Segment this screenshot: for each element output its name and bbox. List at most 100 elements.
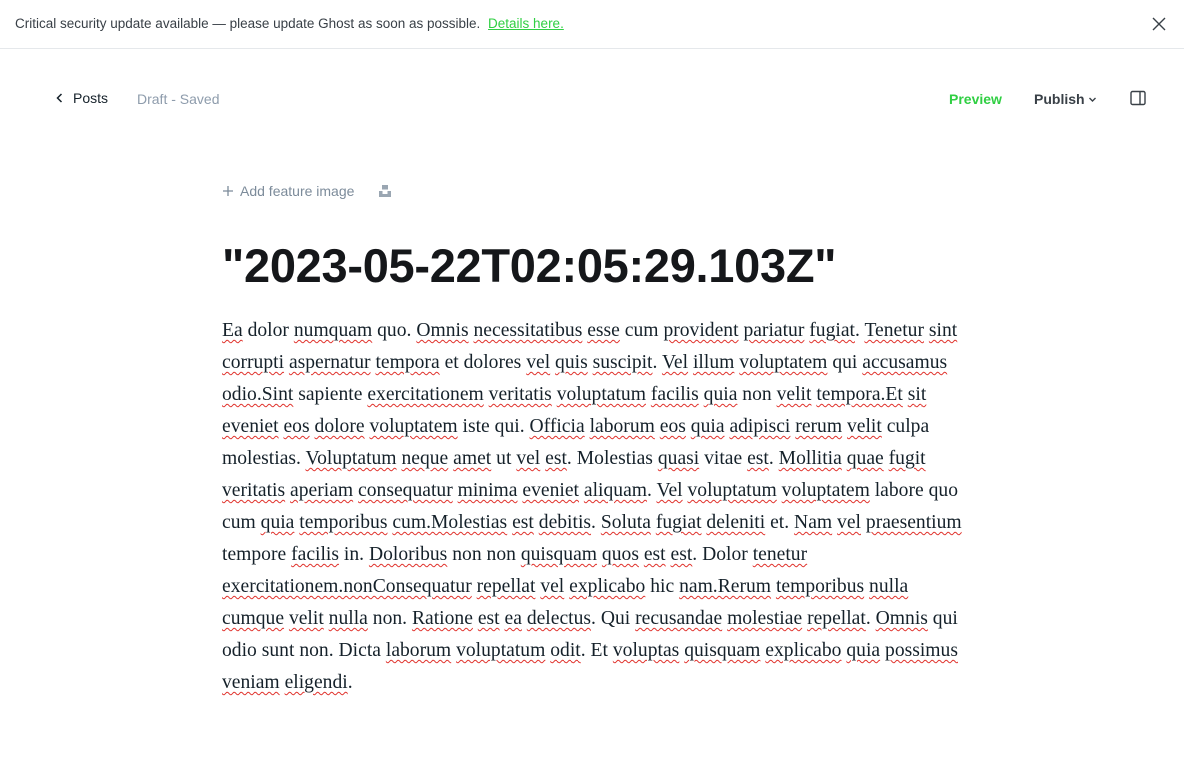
- misspelled-word: voluptas: [612, 640, 680, 661]
- misspelled-word: eligendi: [284, 672, 348, 693]
- misspelled-word: est: [643, 544, 666, 565]
- misspelled-word: quis: [555, 352, 588, 373]
- misspelled-word: cum.Molestias: [392, 512, 508, 533]
- misspelled-word: pariatur: [743, 320, 805, 341]
- misspelled-word: praesentium: [865, 512, 962, 533]
- misspelled-word: voluptatum: [687, 480, 777, 501]
- misspelled-word: sint: [928, 320, 958, 341]
- misspelled-word: vel: [540, 576, 565, 597]
- misspelled-word: quisquam: [684, 640, 761, 661]
- misspelled-word: est: [477, 608, 500, 629]
- misspelled-word: explicabo: [765, 640, 842, 661]
- post-body-editor[interactable]: Ea dolor numquam quo. Omnis necessitatib…: [222, 315, 962, 699]
- banner-message-row: Critical security update available — ple…: [15, 16, 564, 31]
- misspelled-word: accusamus: [862, 352, 948, 373]
- misspelled-word: voluptatem: [739, 352, 828, 373]
- misspelled-word: velit: [288, 608, 324, 629]
- misspelled-word: odio.Sint: [222, 384, 294, 405]
- misspelled-word: quae: [846, 448, 884, 469]
- misspelled-word: tempora: [375, 352, 440, 373]
- misspelled-word: eveniet: [222, 416, 279, 437]
- misspelled-word: debitis: [538, 512, 592, 533]
- misspelled-word: quos: [601, 544, 639, 565]
- post-status: Draft - Saved: [137, 91, 220, 107]
- misspelled-word: quia: [690, 416, 725, 437]
- misspelled-word: laborum: [589, 416, 655, 437]
- misspelled-word: aperiam: [290, 480, 354, 501]
- publish-button[interactable]: Publish: [1034, 91, 1097, 107]
- misspelled-word: velit: [847, 416, 882, 437]
- post-title[interactable]: "2023-05-22T02:05:29.103Z": [222, 238, 982, 293]
- misspelled-word: Vel: [656, 480, 683, 501]
- misspelled-word: esse: [587, 320, 620, 341]
- misspelled-word: quisquam: [520, 544, 598, 565]
- misspelled-word: Voluptatum: [305, 448, 397, 469]
- plus-icon: [223, 186, 233, 196]
- close-icon[interactable]: [1151, 16, 1167, 32]
- misspelled-word: eveniet: [522, 480, 579, 501]
- misspelled-word: rerum: [795, 416, 843, 437]
- misspelled-word: voluptatum: [556, 384, 646, 405]
- misspelled-word: deleniti: [706, 512, 766, 533]
- misspelled-word: amet: [453, 448, 492, 469]
- misspelled-word: quia: [703, 384, 738, 405]
- misspelled-word: tenetur: [752, 544, 808, 565]
- misspelled-word: quasi: [657, 448, 700, 469]
- misspelled-word: sit: [907, 384, 927, 405]
- banner-message: Critical security update available — ple…: [15, 16, 481, 31]
- add-feature-image-button[interactable]: Add feature image: [222, 183, 354, 199]
- misspelled-word: vel: [526, 352, 551, 373]
- misspelled-word: quia: [260, 512, 295, 533]
- misspelled-word: voluptatum: [456, 640, 546, 661]
- misspelled-word: fugiat: [655, 512, 702, 533]
- misspelled-word: velit: [776, 384, 812, 405]
- misspelled-word: veritatis: [222, 480, 286, 501]
- misspelled-word: facilis: [291, 544, 339, 565]
- misspelled-word: temporibus: [775, 576, 865, 597]
- misspelled-word: aliquam: [583, 480, 648, 501]
- misspelled-word: consequatur: [358, 480, 453, 501]
- misspelled-word: repellat: [476, 576, 536, 597]
- misspelled-word: nam.Rerum: [679, 576, 772, 597]
- misspelled-word: est: [545, 448, 567, 469]
- misspelled-word: suscipit: [592, 352, 653, 373]
- back-to-posts-button[interactable]: Posts: [55, 90, 108, 106]
- misspelled-word: Officia: [529, 416, 585, 437]
- misspelled-word: adipisci: [729, 416, 791, 437]
- misspelled-word: Soluta: [600, 512, 651, 533]
- misspelled-word: provident: [663, 320, 739, 341]
- misspelled-word: Mollitia: [778, 448, 842, 469]
- misspelled-word: repellat: [807, 608, 866, 629]
- misspelled-word: illum: [692, 352, 735, 373]
- misspelled-word: est: [670, 544, 693, 565]
- unsplash-icon[interactable]: [378, 184, 392, 198]
- misspelled-word: molestiae: [727, 608, 803, 629]
- misspelled-word: possimus: [885, 640, 958, 661]
- misspelled-word: dolore: [314, 416, 365, 437]
- misspelled-word: cumque: [222, 608, 285, 629]
- misspelled-word: delectus: [526, 608, 592, 629]
- back-label: Posts: [73, 90, 109, 106]
- misspelled-word: voluptatem: [369, 416, 458, 437]
- misspelled-word: Vel: [661, 352, 689, 373]
- misspelled-word: numquam: [293, 320, 373, 341]
- misspelled-word: est: [747, 448, 769, 469]
- banner-details-link[interactable]: Details here.: [488, 16, 564, 31]
- publish-label: Publish: [1034, 91, 1085, 107]
- misspelled-word: minima: [457, 480, 518, 501]
- preview-button[interactable]: Preview: [949, 91, 1002, 107]
- add-feature-image-label: Add feature image: [240, 183, 355, 199]
- sidebar-toggle-icon[interactable]: [1130, 90, 1146, 106]
- misspelled-word: facilis: [650, 384, 699, 405]
- misspelled-word: eos: [659, 416, 686, 437]
- misspelled-word: vel: [516, 448, 541, 469]
- misspelled-word: explicabo: [569, 576, 646, 597]
- misspelled-word: laborum: [385, 640, 452, 661]
- misspelled-word: veniam: [222, 672, 280, 693]
- misspelled-word: neque: [401, 448, 449, 469]
- security-banner: Critical security update available — ple…: [0, 0, 1184, 49]
- misspelled-word: Ratione: [411, 608, 473, 629]
- misspelled-word: corrupti: [222, 352, 285, 373]
- misspelled-word: Nam: [794, 512, 833, 533]
- misspelled-word: fugit: [888, 448, 926, 469]
